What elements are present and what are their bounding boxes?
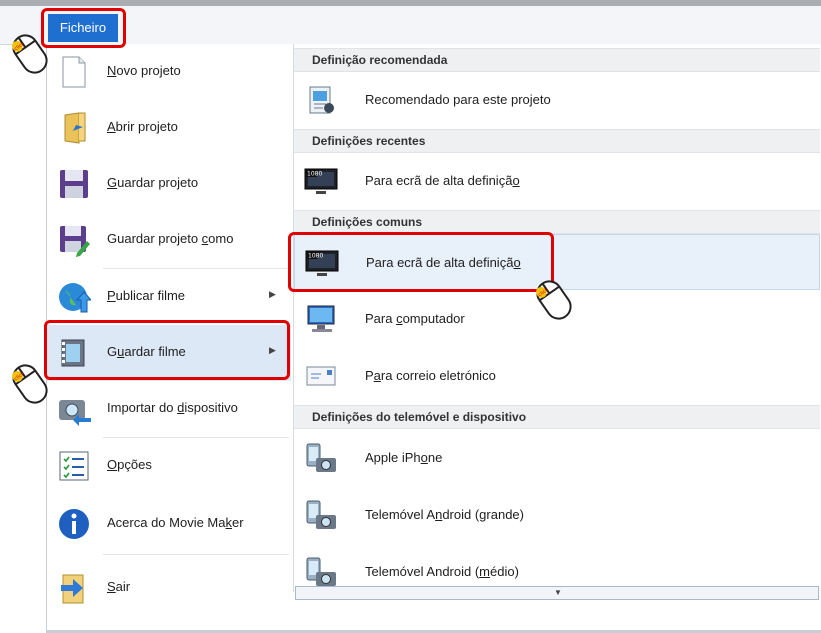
menu-item-guardar-projeto-como[interactable]: Guardar projeto como: [47, 212, 291, 268]
svg-text:1080: 1080: [307, 171, 322, 178]
menu-item-opcoes[interactable]: Opções: [47, 438, 291, 494]
menu-item-novo-projeto[interactable]: Novo projeto: [47, 44, 291, 100]
info-icon: [59, 509, 89, 539]
options-list-icon: [59, 451, 89, 481]
section-header: Definições do telemóvel e dispositivo: [294, 405, 820, 429]
recommended-settings-icon: [309, 86, 334, 114]
email-envelope-icon: [306, 366, 336, 386]
menu-item-publicar-filme[interactable]: Publicar filme ▶: [47, 269, 291, 325]
section-header: Definições comuns: [294, 210, 820, 234]
floppy-save-as-icon: [60, 226, 90, 257]
setting-hd-recente[interactable]: 1080 Para ecrã de alta definição: [294, 153, 820, 209]
mouse-click-icon: click: [12, 364, 48, 404]
phone-camera-icon: [306, 500, 336, 529]
floppy-disk-icon: [60, 170, 88, 198]
open-folder-icon: [64, 112, 86, 144]
separator: [103, 554, 289, 555]
exit-icon: [61, 574, 84, 604]
highlight-box-save-movie: [44, 320, 290, 380]
hd-1080-display-icon: 1080: [304, 168, 338, 194]
section-header: Definição recomendada: [294, 48, 820, 72]
new-project-icon: [62, 56, 86, 88]
menu-item-importar-do-dispositivo[interactable]: Importar do dispositivo: [47, 381, 291, 437]
mouse-click-icon: click: [536, 280, 572, 320]
computer-monitor-icon: [307, 305, 335, 332]
phone-camera-icon: [306, 557, 336, 586]
phone-camera-icon: [306, 443, 336, 472]
camera-import-icon: [59, 400, 91, 426]
menu-item-guardar-projeto[interactable]: Guardar projeto: [47, 156, 291, 212]
scroll-down-button[interactable]: ▼: [295, 586, 819, 600]
section-header: Definições recentes: [294, 129, 820, 153]
mouse-click-icon: click: [12, 34, 48, 74]
chevron-down-icon: ▼: [554, 588, 562, 597]
setting-recomendado[interactable]: Recomendado para este projeto: [294, 72, 820, 128]
menu-item-acerca[interactable]: Acerca do Movie Maker: [47, 496, 291, 552]
globe-upload-icon: [59, 283, 91, 313]
setting-correio-eletronico[interactable]: Para correio eletrónico: [294, 348, 820, 404]
setting-apple-iphone[interactable]: Apple iPhone: [294, 430, 820, 486]
menu-item-abrir-projeto[interactable]: Abrir projeto: [47, 100, 291, 156]
setting-android-grande[interactable]: Telemóvel Android (grande): [294, 487, 820, 543]
menu-item-sair[interactable]: Sair: [47, 560, 291, 616]
highlight-box-hd-setting: [288, 232, 554, 292]
submenu-arrow-icon: ▶: [269, 289, 276, 299]
